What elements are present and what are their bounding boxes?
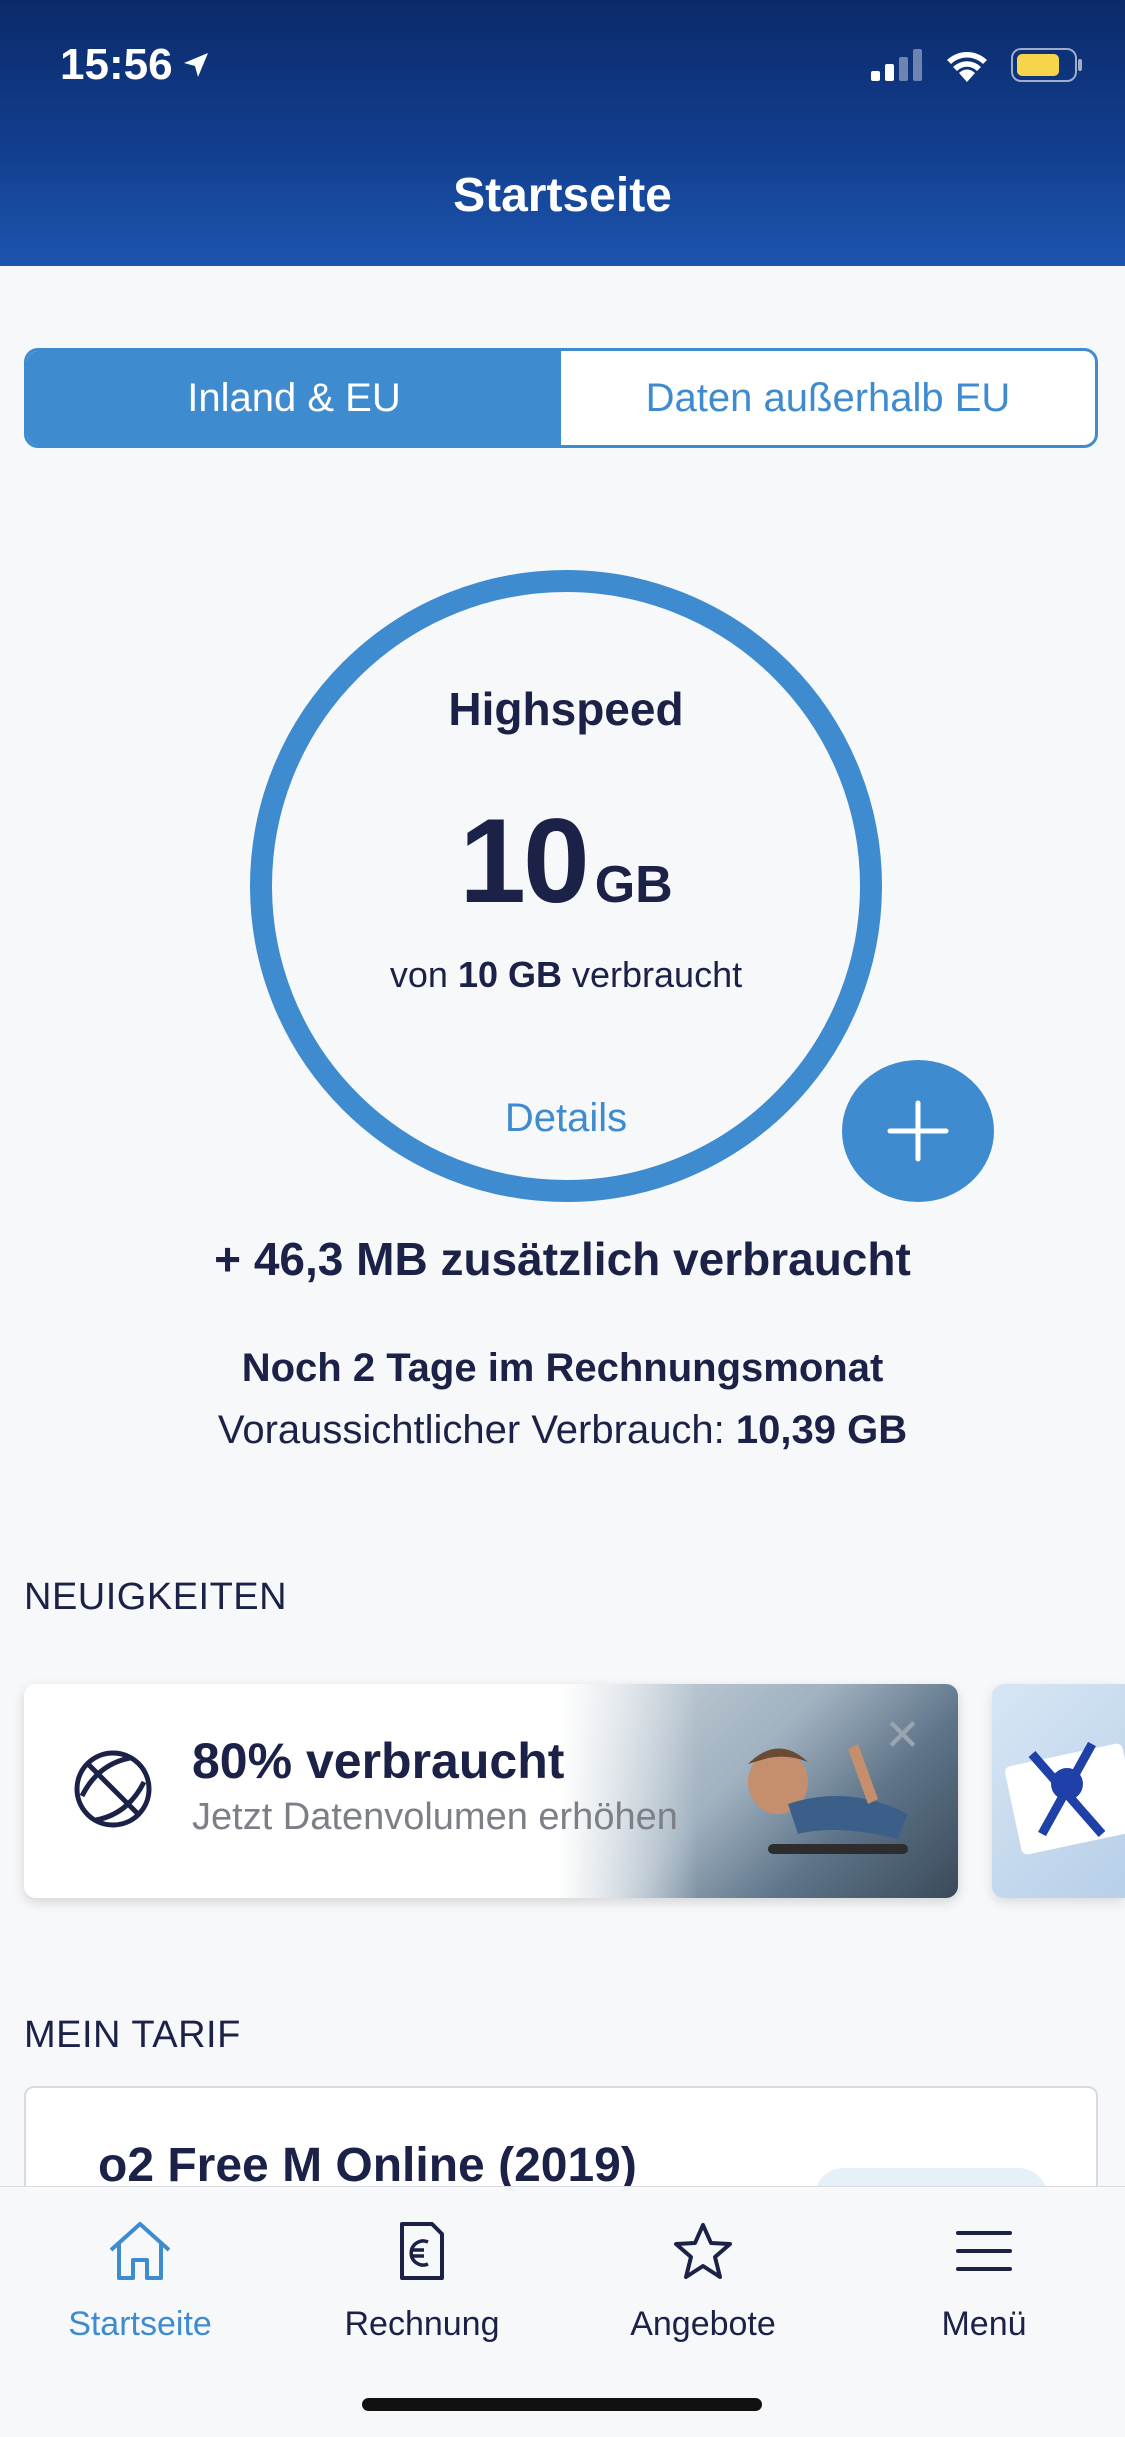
globe-icon [74, 1750, 152, 1828]
usage-amount: 10 GB [272, 792, 860, 930]
close-icon[interactable]: ✕ [884, 1710, 921, 1761]
status-time: 15:56 [60, 40, 211, 90]
usage-sub-suffix: verbraucht [572, 954, 743, 995]
usage-title: Highspeed [448, 683, 684, 735]
tab-outside-eu[interactable]: Daten außerhalb EU [561, 351, 1095, 445]
region-segmented-control: Inland & EU Daten außerhalb EU [24, 348, 1098, 448]
add-data-button[interactable] [842, 1060, 994, 1202]
extra-usage-text: + 46,3 MB zusätzlich verbraucht [214, 1233, 911, 1285]
star-icon [674, 2223, 732, 2279]
forecast-label: Voraussichtlicher Verbrauch: [217, 1408, 725, 1452]
status-icons [871, 48, 1083, 82]
app-header: 15:56 Startseite [0, 0, 1125, 266]
tab-label-angebote: Angebote [630, 2305, 776, 2343]
usage-ring: Highspeed 10 GB von 10 GB verbraucht Deta… [250, 570, 882, 1202]
remaining-days-text: Noch 2 Tage im Rechnungsmonat [241, 1346, 884, 1390]
home-icon [109, 2222, 171, 2280]
usage-unit: GB [594, 856, 673, 914]
hamburger-menu-icon [956, 2231, 1012, 2271]
wifi-icon [947, 52, 987, 82]
usage-subtitle: von 10 GB verbraucht [272, 954, 860, 996]
news-card[interactable]: 80% verbraucht Jetzt Datenvolumen erhöhe… [24, 1684, 958, 1898]
forecast-value: 10,39 GB [735, 1408, 908, 1452]
usage-sub-total: 10 GB [457, 954, 562, 995]
tariff-section-title: MEIN TARIF [24, 2014, 241, 2056]
news-card-subtitle: Jetzt Datenvolumen erhöhen [192, 1796, 678, 1838]
signal-icon [871, 49, 922, 81]
news-section-title: NEUIGKEITEN [24, 1576, 288, 1618]
usage-value: 10 [459, 794, 589, 928]
plus-icon [887, 1100, 949, 1162]
tab-label-rechnung: Rechnung [344, 2305, 500, 2343]
tab-label-menu: Menü [941, 2305, 1027, 2343]
tab-angebote[interactable]: Angebote [593, 2211, 813, 2344]
tab-startseite[interactable]: Startseite [30, 2211, 250, 2344]
euro-document-icon [400, 2222, 444, 2280]
tab-inland-eu[interactable]: Inland & EU [27, 351, 561, 445]
tab-rechnung[interactable]: Rechnung [312, 2211, 532, 2344]
news-card-next[interactable] [992, 1684, 1125, 1898]
details-link[interactable]: Details [272, 1096, 860, 1141]
usage-sub-prefix: von [389, 954, 448, 995]
page-title: Startseite [453, 169, 672, 222]
tab-menu[interactable]: Menü [874, 2211, 1094, 2344]
gift-icon [1005, 1741, 1125, 1855]
home-indicator [362, 2398, 762, 2411]
news-card-title: 80% verbraucht [192, 1733, 565, 1789]
location-arrow-icon [183, 53, 208, 77]
tab-label-startseite: Startseite [68, 2305, 212, 2343]
forecast-text: Voraussichtlicher Verbrauch: 10,39 GB [0, 1408, 1125, 1453]
tariff-name: o2 Free M Online (2019) [98, 2139, 637, 2192]
status-time-text: 15:56 [60, 40, 173, 89]
battery-icon [1011, 48, 1082, 82]
